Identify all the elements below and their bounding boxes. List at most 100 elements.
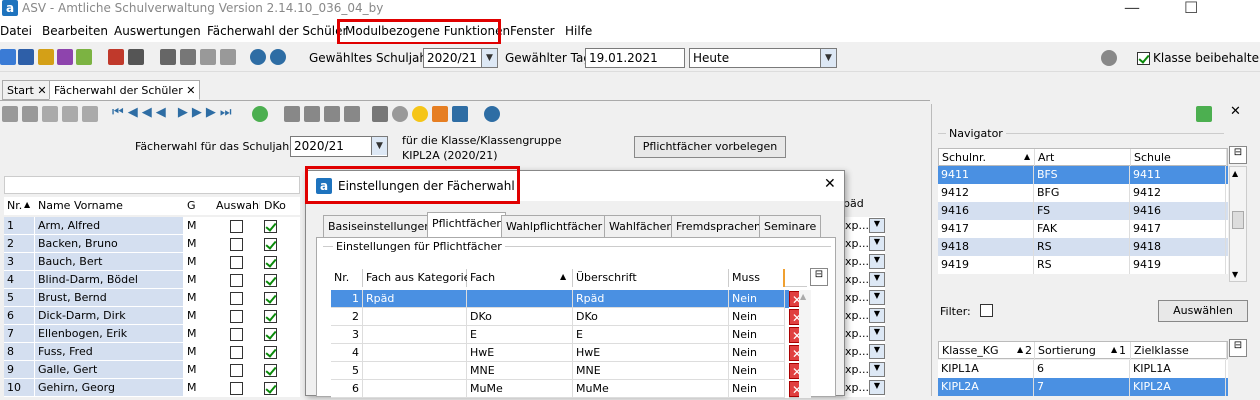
window-icon[interactable] [452,106,468,122]
column-chooser-icon[interactable]: ⊟ [1229,146,1247,164]
auswahl-checkbox[interactable] [230,219,243,233]
tab-wahlfaecher[interactable]: Wahlfächer [604,215,676,237]
tab-basiseinstellungen[interactable]: Basiseinstellungen [323,215,437,237]
chevron-down-icon[interactable]: ▼ [869,344,885,359]
table-row[interactable]: 8 Fuss, Fred M [4,343,300,361]
pflicht-row[interactable]: 2 DKo DKo Nein ✕ [331,308,805,326]
info-icon[interactable] [250,49,266,65]
chevron-down-icon[interactable]: ▼ [869,326,885,341]
right-col-select[interactable]: xp... ▼ [843,343,885,361]
col-auswahl[interactable]: Auswahl [213,197,261,215]
dko-checkbox[interactable] [264,291,277,305]
filter-checkbox[interactable] [980,304,993,317]
tab-fremdsprachen[interactable]: Fremdsprachen [671,215,767,237]
col-fach-aus-kategorie[interactable]: Fach aus Kategorie [363,269,470,287]
col-ueberschrift[interactable]: Überschrift [573,269,729,287]
disc-icon[interactable] [392,106,408,122]
paste-icon[interactable] [344,106,360,122]
chat-icon[interactable] [76,49,92,65]
right-col-select[interactable]: xp... ▼ [843,289,885,307]
close-icon[interactable]: ✕ [37,84,46,97]
col-dko[interactable]: DKo [261,197,300,215]
table-row[interactable]: 10 Gehirn, Georg M [4,379,300,397]
col-muss[interactable]: Muss [729,269,785,287]
table-row[interactable]: 9 Galle, Gert M [4,361,300,379]
brush-icon[interactable] [432,106,448,122]
chevron-down-icon[interactable]: ▼ [820,49,836,67]
dialog-close-button[interactable]: ✕ [824,176,836,192]
table-row[interactable]: 3 Bauch, Bert M [4,253,300,271]
class-row[interactable]: KIPL2A 7 KIPL2A [938,378,1228,396]
table-row[interactable]: 7 Ellenbogen, Erik M [4,325,300,343]
table-row[interactable]: 1 Arm, Alfred M [4,217,300,235]
right-col-select[interactable]: xp... ▼ [843,361,885,379]
col-nr[interactable]: Nr. [4,197,35,215]
col-fach[interactable]: Fach [467,269,573,287]
class-row[interactable]: KIPL1A 6 KIPL1A [938,360,1228,378]
heute-select[interactable]: Heute ▼ [689,48,837,68]
chevron-down-icon[interactable]: ▼ [869,272,885,287]
tab-pflichtfaecher[interactable]: Pflichtfächer [427,212,506,237]
tab-wahlpflichtfaecher[interactable]: Wahlpflichtfächer [501,215,608,237]
chevron-down-icon[interactable]: ▼ [371,137,387,155]
pflicht-row[interactable]: 4 HwE HwE Nein ✕ [331,344,805,362]
column-chooser-icon[interactable]: ⊟ [810,268,828,286]
right-col-select[interactable]: xp... ▼ [843,217,885,235]
auswahl-checkbox[interactable] [230,381,243,395]
chevron-down-icon[interactable]: ▼ [869,254,885,269]
menu-datei[interactable]: Datei [0,24,32,38]
schuljahr-select[interactable]: 2020/21 ▼ [423,48,498,68]
cut-icon[interactable] [304,106,320,122]
pflicht-row[interactable]: 3 E E Nein ✕ [331,326,805,344]
navigator-row[interactable]: 9419 RS 9419 [938,256,1228,274]
undo-icon[interactable] [42,106,58,122]
card-icon[interactable] [57,49,73,65]
scroll-up-icon[interactable]: ▲ [800,292,806,301]
delete-icon[interactable] [62,106,78,122]
col-zielklasse[interactable]: Zielklasse [1131,342,1227,360]
save-icon[interactable] [2,106,18,122]
app-toolbar-icon[interactable] [0,49,16,65]
pflicht-row[interactable]: 5 MNE MNE Nein ✕ [331,362,805,380]
lightning-icon[interactable] [200,49,216,65]
auswahl-checkbox[interactable] [230,309,243,323]
dko-checkbox[interactable] [264,345,277,359]
navigator-row[interactable]: 9411 BFS 9411 [938,166,1228,184]
auswahl-checkbox[interactable] [230,237,243,251]
chevron-down-icon[interactable]: ▼ [869,218,885,233]
chevron-down-icon[interactable]: ▼ [869,308,885,323]
table-row[interactable]: 5 Brust, Bernd M [4,289,300,307]
auswahl-checkbox[interactable] [230,345,243,359]
menu-bearbeiten[interactable]: Bearbeiten [42,24,108,38]
chevron-down-icon[interactable]: ▼ [481,49,497,67]
right-col-select[interactable]: xp... ▼ [843,307,885,325]
edit-icon[interactable] [82,106,98,122]
col-g[interactable]: G [184,197,213,215]
auswahl-checkbox[interactable] [230,255,243,269]
people-icon[interactable] [38,49,54,65]
nav-col-schule[interactable]: Schule [1131,149,1227,167]
minimize-button[interactable]: — [1124,0,1140,17]
lightbulb-icon[interactable] [412,106,428,122]
navigation-arrows-icon[interactable]: ⏮◀◀◀ ▶▶▶⏭ [112,105,236,120]
maximize-button[interactable]: ☐ [1184,0,1198,17]
dko-checkbox[interactable] [264,363,277,377]
dko-checkbox[interactable] [264,219,277,233]
col-name[interactable]: Name Vorname [35,197,184,215]
back-arrow-icon[interactable] [284,106,300,122]
tab-start[interactable]: Start ✕ [2,80,52,100]
dko-checkbox[interactable] [264,255,277,269]
table-row[interactable]: 2 Backen, Bruno M [4,235,300,253]
scroll-down-icon[interactable]: ▼ [1232,270,1238,279]
menu-hilfe[interactable]: Hilfe [565,24,592,38]
menu-auswertungen[interactable]: Auswertungen [114,24,201,38]
nav-col-art[interactable]: Art [1035,149,1131,167]
navigator-scrollbar[interactable]: ▲ ▼ [1229,166,1247,282]
copy-icon[interactable] [160,49,176,65]
chevron-down-icon[interactable]: ▼ [869,290,885,305]
pflicht-row[interactable]: 1 Rpäd Rpäd Nein ✕ [331,290,805,308]
menu-fenster[interactable]: Fenster [510,24,555,38]
save-all-icon[interactable] [22,106,38,122]
chevron-down-icon[interactable]: ▼ [869,236,885,251]
dialog-scrollbar[interactable]: ▲ [799,290,811,398]
